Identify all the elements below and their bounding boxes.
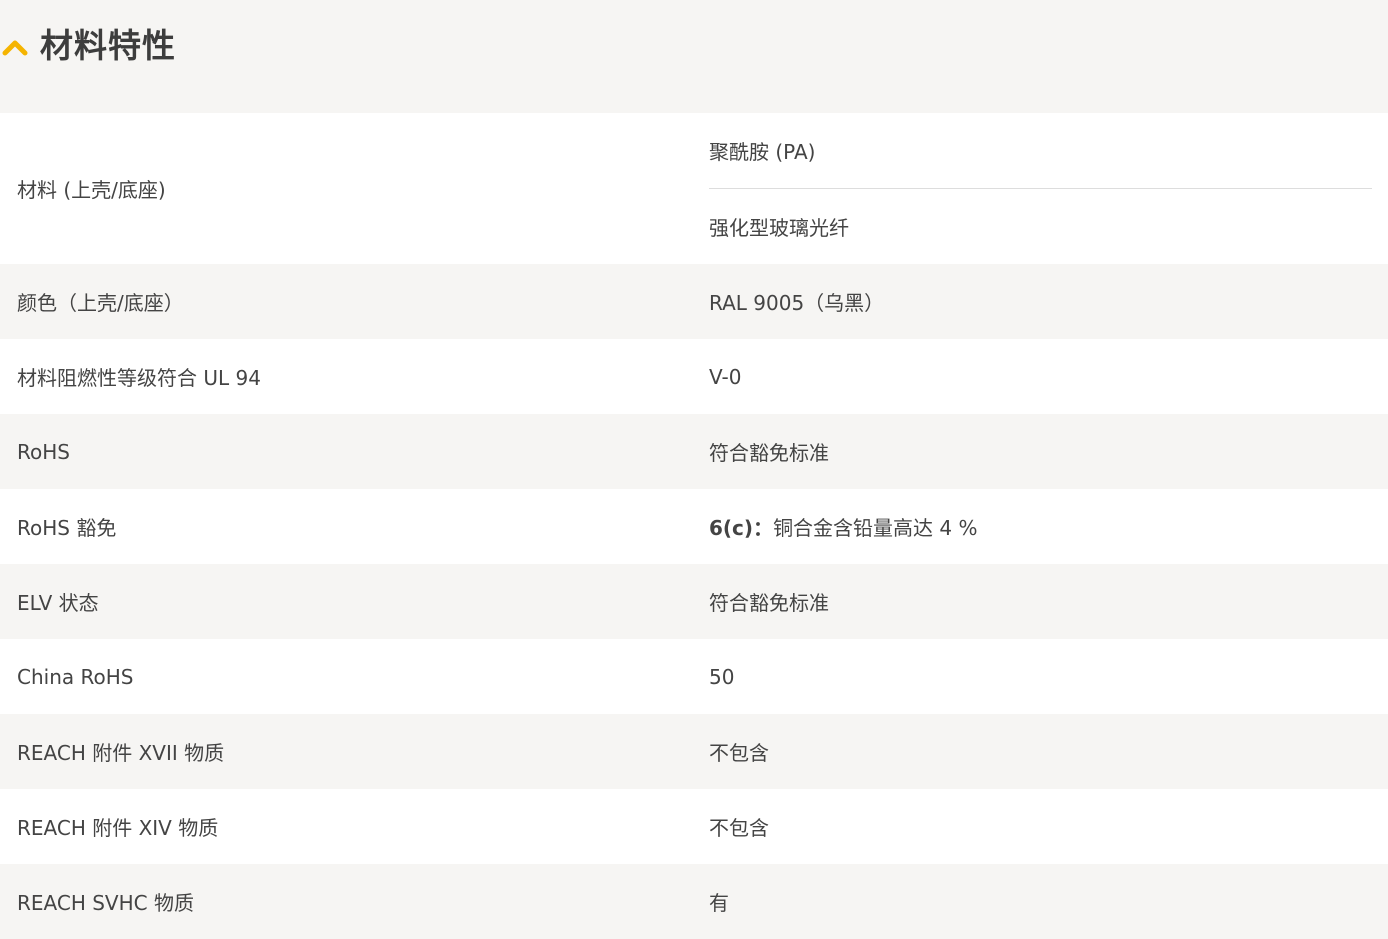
table-row: 材料阻燃性等级符合 UL 94 V-0	[0, 339, 1388, 414]
table-row: 颜色（上壳/底座） RAL 9005（乌黑）	[0, 264, 1388, 339]
exemption-code: 6(c)：	[709, 516, 774, 540]
row-value: 聚酰胺 (PA)	[709, 114, 1372, 189]
row-value: 不包含	[709, 741, 769, 765]
row-value: 强化型玻璃光纤	[709, 215, 849, 240]
exemption-text: 铜合金含铅量高达 4 %	[773, 516, 978, 540]
row-label: China RoHS	[17, 664, 134, 689]
chevron-up-icon	[2, 40, 28, 56]
table-row: REACH SVHC 物质 有	[0, 864, 1388, 939]
table-row: RoHS 符合豁免标准	[0, 414, 1388, 489]
row-label: RoHS 豁免	[17, 516, 117, 540]
row-value: V-0	[709, 364, 742, 389]
row-value: 有	[709, 891, 729, 915]
section-header: 材料特性	[0, 0, 1388, 112]
table-row: 材料 (上壳/底座) 聚酰胺 (PA) 强化型玻璃光纤	[0, 113, 1388, 264]
row-label: REACH 附件 XIV 物质	[17, 816, 219, 840]
table-row: China RoHS 50	[0, 639, 1388, 714]
row-label: 材料阻燃性等级符合 UL 94	[17, 366, 261, 390]
row-label: REACH SVHC 物质	[17, 891, 194, 915]
table-row: REACH 附件 XVII 物质 不包含	[0, 714, 1388, 789]
table-row: RoHS 豁免 6(c)：铜合金含铅量高达 4 %	[0, 489, 1388, 564]
row-value: RAL 9005（乌黑）	[709, 291, 885, 315]
row-value-group: 聚酰胺 (PA) 强化型玻璃光纤	[709, 114, 1372, 264]
properties-table: 材料 (上壳/底座) 聚酰胺 (PA) 强化型玻璃光纤 颜色（上壳/底座） RA…	[0, 113, 1388, 939]
row-value: 符合豁免标准	[709, 441, 829, 465]
table-row: ELV 状态 符合豁免标准	[0, 564, 1388, 639]
row-value: 符合豁免标准	[709, 591, 829, 615]
row-value: 50	[709, 664, 735, 689]
row-label: 颜色（上壳/底座）	[17, 291, 184, 315]
row-label: ELV 状态	[17, 591, 99, 615]
row-label: 材料 (上壳/底座)	[17, 178, 166, 202]
row-value: 6(c)：铜合金含铅量高达 4 %	[692, 512, 1372, 541]
section-title: 材料特性	[40, 26, 176, 65]
table-row: REACH 附件 XIV 物质 不包含	[0, 789, 1388, 864]
row-label: RoHS	[17, 439, 70, 464]
row-label: REACH 附件 XVII 物质	[17, 741, 225, 765]
row-value: 不包含	[709, 816, 769, 840]
collapse-toggle[interactable]	[0, 28, 40, 68]
